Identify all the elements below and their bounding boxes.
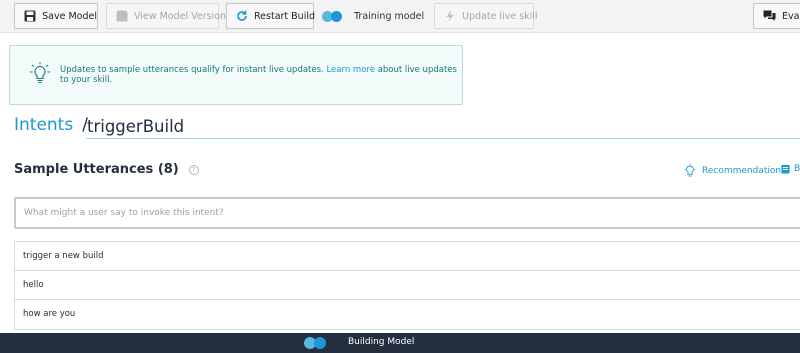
- sample-utterances-heading: Sample Utterances (8) ?: [14, 162, 199, 177]
- banner-text-before: Updates to sample utterances qualify for…: [60, 65, 327, 75]
- chat-icon: [763, 10, 776, 23]
- bulk-edit-label: B: [794, 164, 800, 174]
- bulk-edit-icon: [781, 164, 790, 174]
- lightbulb-icon: [30, 62, 50, 88]
- training-label: Training model: [354, 10, 425, 22]
- utterance-row[interactable]: how are you: [14, 300, 800, 330]
- utterance-list: trigger a new build hello how are you: [14, 241, 800, 330]
- sample-utterances-title: Sample Utterances (8): [14, 162, 179, 177]
- build-status-bar: Building Model: [0, 333, 800, 353]
- training-status: Training model: [322, 3, 424, 29]
- live-updates-banner: Updates to sample utterances qualify for…: [9, 45, 463, 105]
- lightning-icon: [444, 10, 456, 23]
- save-model-label: Save Model: [42, 10, 97, 22]
- utterance-row[interactable]: trigger a new build: [14, 241, 800, 271]
- evaluate-model-label: Evalu: [782, 10, 800, 22]
- versions-icon: [116, 10, 128, 23]
- breadcrumb-intents-link[interactable]: Intents: [14, 115, 73, 135]
- bulk-edit-button[interactable]: B: [781, 164, 800, 174]
- view-model-versions-label: View Model Versions: [134, 10, 231, 22]
- recommendations-label: Recommendations: [702, 166, 786, 176]
- recommendations-button[interactable]: Recommendations: [684, 164, 786, 178]
- intent-name-field[interactable]: triggerBuild: [86, 115, 800, 139]
- restart-build-label: Restart Build: [254, 10, 316, 22]
- new-utterance-input[interactable]: What might a user say to invoke this int…: [14, 197, 800, 229]
- breadcrumb: Intents /: [14, 115, 96, 135]
- restart-build-button[interactable]: Restart Build: [226, 3, 316, 29]
- update-live-skill-label: Update live skill: [462, 10, 538, 22]
- help-icon[interactable]: ?: [188, 164, 199, 175]
- save-icon: [24, 10, 36, 23]
- loading-dots-icon: [322, 10, 342, 22]
- building-dots-icon: [304, 337, 326, 349]
- utterance-row[interactable]: hello: [14, 270, 800, 300]
- learn-more-link[interactable]: Learn more: [326, 65, 374, 75]
- refresh-icon: [236, 10, 248, 23]
- evaluate-model-button[interactable]: Evalu: [753, 3, 800, 29]
- view-model-versions-button[interactable]: View Model Versions: [106, 3, 231, 29]
- banner-text: Updates to sample utterances qualify for…: [60, 65, 462, 85]
- build-status-text: Building Model: [348, 337, 415, 347]
- recommendations-bulb-icon: [684, 164, 696, 178]
- save-model-button[interactable]: Save Model: [14, 3, 98, 29]
- toolbar: Save Model View Model Versions Restart B…: [0, 0, 800, 33]
- update-live-skill-button[interactable]: Update live skill: [434, 3, 538, 29]
